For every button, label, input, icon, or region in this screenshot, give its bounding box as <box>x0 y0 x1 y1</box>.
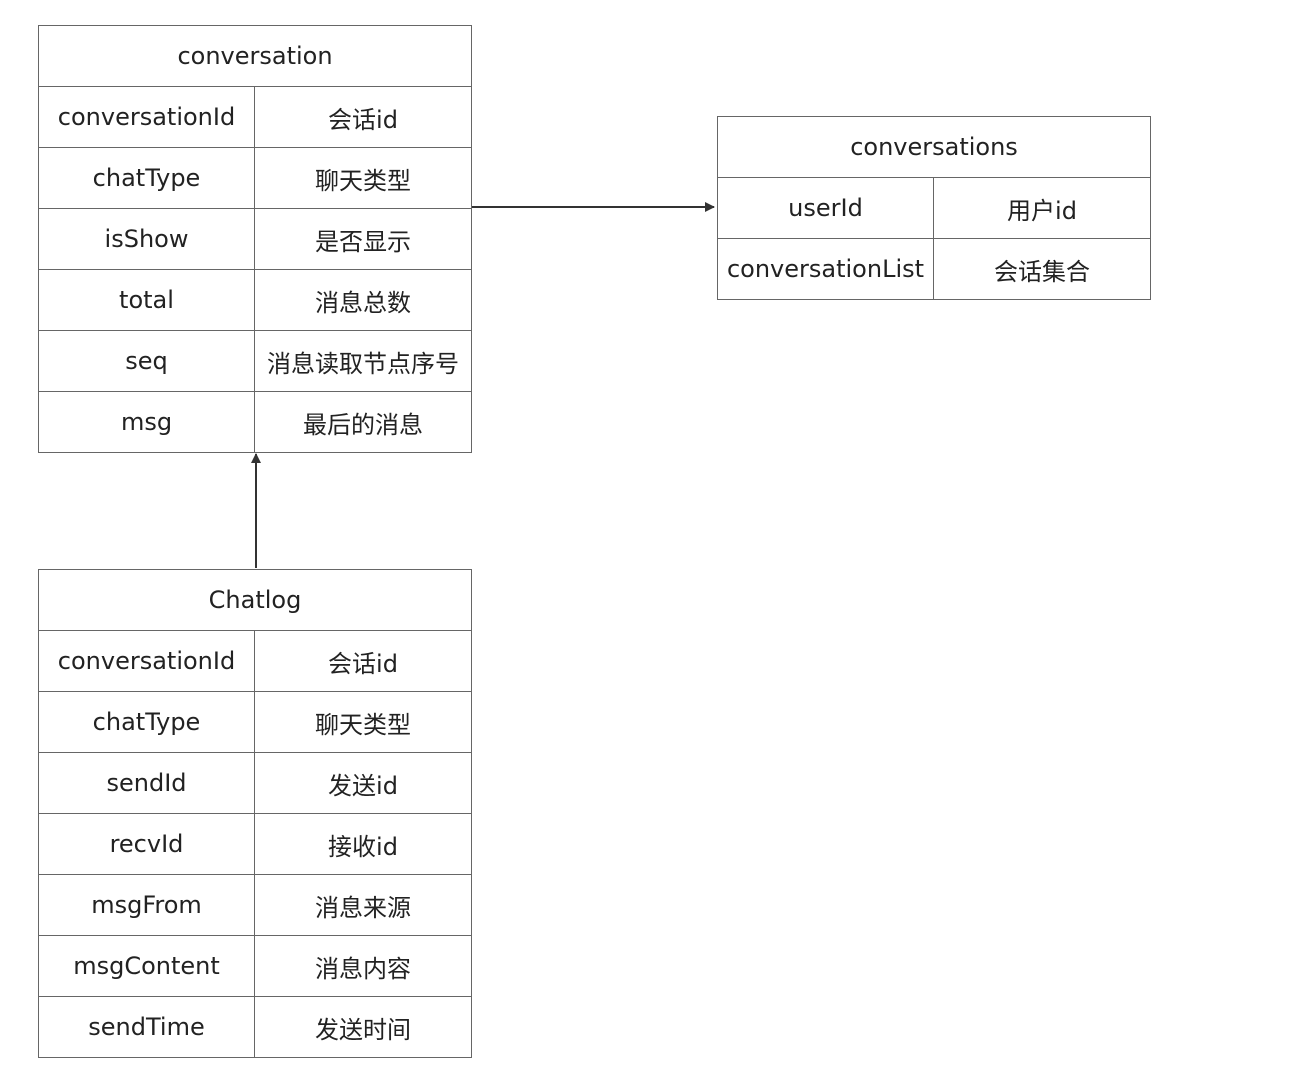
entity-conversation: conversation conversationId 会话id chatTyp… <box>38 25 472 453</box>
field-name: conversationId <box>39 87 255 147</box>
table-row: msg 最后的消息 <box>39 392 471 452</box>
entity-conversations: conversations userId 用户id conversationLi… <box>717 116 1151 300</box>
field-description: 消息读取节点序号 <box>267 349 459 378</box>
field-name: sendTime <box>39 997 255 1057</box>
entity-title: Chatlog <box>39 570 471 631</box>
field-name: isShow <box>39 209 255 269</box>
table-row: recvId 接收id <box>39 814 471 875</box>
field-description: 最后的消息 <box>303 410 423 439</box>
table-row: msgFrom 消息来源 <box>39 875 471 936</box>
table-row: seq 消息读取节点序号 <box>39 331 471 392</box>
table-row: total 消息总数 <box>39 270 471 331</box>
field-description: 是否显示 <box>315 227 411 256</box>
field-description: 接收id <box>328 832 398 861</box>
table-row: msgContent 消息内容 <box>39 936 471 997</box>
field-name: total <box>39 270 255 330</box>
entity-title: conversations <box>718 117 1150 178</box>
table-row: userId 用户id <box>718 178 1150 239</box>
field-name: sendId <box>39 753 255 813</box>
field-description: 聊天类型 <box>315 166 411 195</box>
table-row: sendTime 发送时间 <box>39 997 471 1057</box>
field-description: 聊天类型 <box>315 710 411 739</box>
field-description: 会话id <box>328 105 398 134</box>
field-description: 消息来源 <box>315 893 411 922</box>
table-row: conversationList 会话集合 <box>718 239 1150 299</box>
table-row: isShow 是否显示 <box>39 209 471 270</box>
field-description: 消息总数 <box>315 288 411 317</box>
field-name: chatType <box>39 692 255 752</box>
table-row: sendId 发送id <box>39 753 471 814</box>
field-name: msg <box>39 392 255 452</box>
table-row: chatType 聊天类型 <box>39 148 471 209</box>
table-row: conversationId 会话id <box>39 631 471 692</box>
field-description: 用户id <box>1007 196 1077 225</box>
field-name: userId <box>718 178 934 238</box>
field-name: msgFrom <box>39 875 255 935</box>
field-name: msgContent <box>39 936 255 996</box>
field-name: conversationList <box>718 239 934 299</box>
field-description: 会话id <box>328 649 398 678</box>
field-name: recvId <box>39 814 255 874</box>
field-name: chatType <box>39 148 255 208</box>
table-row: chatType 聊天类型 <box>39 692 471 753</box>
field-description: 发送id <box>328 771 398 800</box>
field-name: conversationId <box>39 631 255 691</box>
field-description: 发送时间 <box>315 1015 411 1044</box>
field-description: 消息内容 <box>315 954 411 983</box>
field-description: 会话集合 <box>994 257 1090 286</box>
entity-chatlog: Chatlog conversationId 会话id chatType 聊天类… <box>38 569 472 1058</box>
table-row: conversationId 会话id <box>39 87 471 148</box>
field-name: seq <box>39 331 255 391</box>
entity-title: conversation <box>39 26 471 87</box>
